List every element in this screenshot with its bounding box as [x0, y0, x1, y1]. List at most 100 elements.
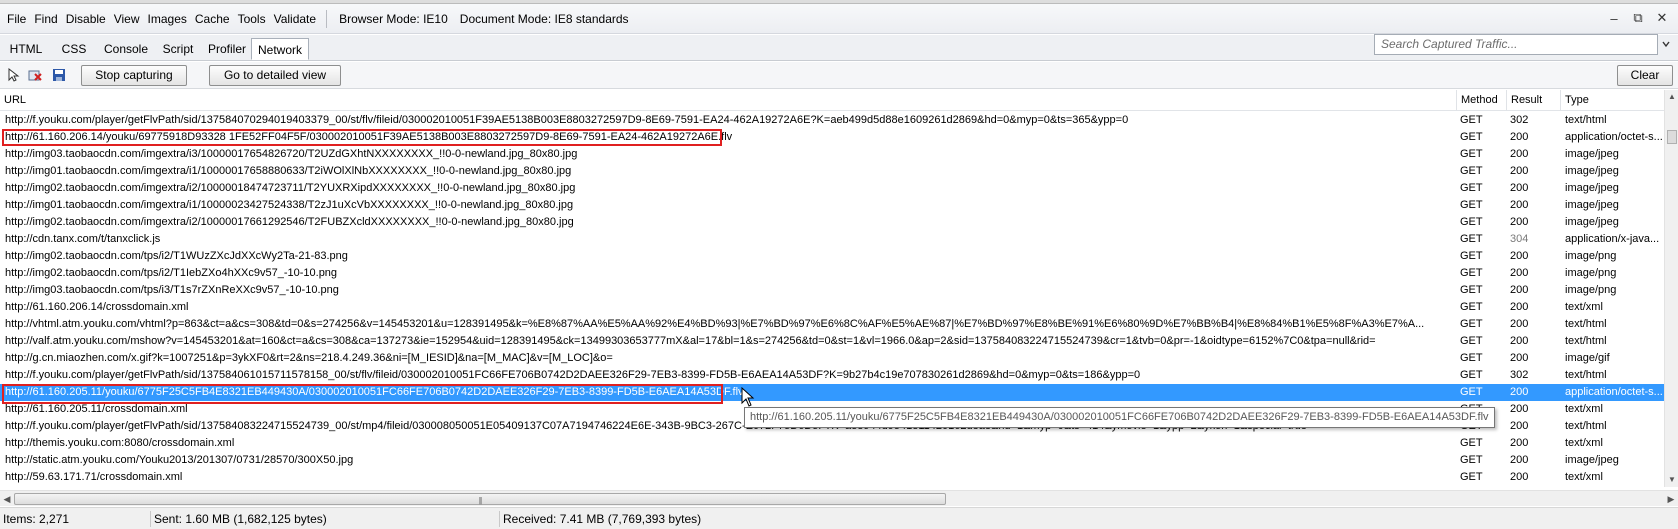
clear-button[interactable]: Clear	[1617, 65, 1673, 86]
column-header-result[interactable]: Result	[1506, 90, 1560, 111]
clear-cache-icon[interactable]	[27, 67, 43, 83]
search-input[interactable]: Search Captured Traffic...	[1374, 34, 1658, 55]
window-controls: – ⧉ ✕	[1606, 8, 1670, 28]
cell-url: http://img02.taobaocdn.com/tps/i2/T1WUzZ…	[5, 250, 348, 262]
tab-html[interactable]: HTML	[4, 38, 48, 60]
cell-method: GET	[1460, 250, 1483, 262]
tab-console[interactable]: Console	[99, 38, 153, 60]
cell-type: text/html	[1565, 114, 1607, 126]
cell-type: image/jpeg	[1565, 216, 1619, 228]
column-header-url[interactable]: URL	[0, 90, 1456, 111]
browser-mode-menu[interactable]: Browser Mode: IE10	[333, 4, 454, 34]
table-row[interactable]: http://static.atm.youku.com/Youku2013/20…	[0, 452, 1664, 469]
cell-result: 200	[1510, 318, 1529, 330]
table-row[interactable]: http://img01.taobaocdn.com/imgextra/i1/1…	[0, 197, 1664, 214]
save-icon[interactable]	[51, 67, 67, 83]
status-bar: Items: 2,271 Sent: 1.60 MB (1,682,125 by…	[0, 507, 1678, 529]
select-element-icon[interactable]	[5, 67, 21, 83]
cell-method: GET	[1460, 199, 1483, 211]
table-row[interactable]: http://img02.taobaocdn.com/tps/i2/T1IebZ…	[0, 265, 1664, 282]
cell-method: GET	[1460, 182, 1483, 194]
cell-type: text/html	[1565, 369, 1607, 381]
cell-result: 200	[1510, 284, 1529, 296]
table-row[interactable]: http://f.youku.com/player/getFlvPath/sid…	[0, 112, 1664, 129]
table-row[interactable]: http://img02.taobaocdn.com/imgextra/i2/1…	[0, 214, 1664, 231]
horizontal-scrollbar[interactable]: ◀ ||| ▶	[0, 490, 1678, 506]
cell-result: 200	[1510, 420, 1529, 432]
vertical-scroll-thumb[interactable]	[1667, 130, 1677, 144]
cell-result: 200	[1510, 267, 1529, 279]
menu-images[interactable]: Images	[144, 4, 191, 34]
menu-validate[interactable]: Validate	[270, 4, 320, 34]
cell-result: 200	[1510, 250, 1529, 262]
document-mode-menu[interactable]: Document Mode: IE8 standards	[454, 4, 635, 34]
cell-url: http://f.youku.com/player/getFlvPath/sid…	[5, 369, 1141, 381]
cell-method: GET	[1460, 386, 1483, 398]
cell-type: text/xml	[1565, 437, 1603, 449]
column-header-type[interactable]: Type	[1560, 90, 1664, 111]
menu-cache[interactable]: Cache	[191, 4, 234, 34]
table-row[interactable]: http://img01.taobaocdn.com/imgextra/i1/1…	[0, 163, 1664, 180]
minimize-icon[interactable]: –	[1606, 8, 1622, 28]
cell-type: image/jpeg	[1565, 165, 1619, 177]
cell-result: 200	[1510, 216, 1529, 228]
cell-type: image/jpeg	[1565, 454, 1619, 466]
menu-find[interactable]: Find	[30, 4, 61, 34]
tab-profiler[interactable]: Profiler	[203, 38, 251, 60]
cell-type: application/x-java...	[1565, 233, 1660, 245]
table-row[interactable]: http://img02.taobaocdn.com/tps/i2/T1WUzZ…	[0, 248, 1664, 265]
menu-file[interactable]: File	[3, 4, 30, 34]
table-row[interactable]: http://cdn.tanx.com/t/tanxclick.js GET 304…	[0, 231, 1664, 248]
table-row[interactable]: http://59.63.171.71/crossdomain.xml GET 20…	[0, 469, 1664, 486]
url-tooltip: http://61.160.205.11/youku/6775F25C5FB4E…	[744, 407, 1495, 428]
cell-method: GET	[1460, 267, 1483, 279]
restore-icon[interactable]: ⧉	[1630, 8, 1646, 28]
scroll-down-icon[interactable]: ▼	[1665, 473, 1678, 487]
stop-capturing-button[interactable]: Stop capturing	[81, 65, 187, 86]
cell-result: 200	[1510, 471, 1529, 483]
cell-result: 304	[1510, 233, 1529, 245]
cell-method: GET	[1460, 301, 1483, 313]
go-to-detailed-view-button[interactable]: Go to detailed view	[209, 65, 341, 86]
table-row[interactable]: http://g.cn.miaozhen.com/x.gif?k=1007251…	[0, 350, 1664, 367]
horizontal-scroll-thumb[interactable]: |||	[14, 493, 946, 505]
tab-script[interactable]: Script	[157, 38, 199, 60]
tab-network[interactable]: Network	[251, 38, 309, 60]
menu-tools[interactable]: Tools	[234, 4, 270, 34]
status-received: Received: 7.41 MB (7,769,393 bytes)	[503, 512, 702, 526]
table-row[interactable]: http://themis.youku.com:8080/crossdomain…	[0, 435, 1664, 452]
cell-type: text/html	[1565, 335, 1607, 347]
scroll-up-icon[interactable]: ▲	[1665, 90, 1678, 104]
cell-result: 200	[1510, 386, 1529, 398]
cell-url: http://61.160.206.14/youku/69775918D9332…	[5, 131, 733, 143]
table-row[interactable]: http://vhtml.atm.youku.com/vhtml?p=863&c…	[0, 316, 1664, 333]
close-icon[interactable]: ✕	[1654, 8, 1670, 28]
cell-url: http://img02.taobaocdn.com/tps/i2/T1IebZ…	[5, 267, 338, 279]
menu-separator	[326, 9, 328, 28]
mouse-cursor-icon	[741, 387, 755, 407]
table-row[interactable]: http://f.youku.com/player/getFlvPath/sid…	[0, 367, 1664, 384]
scroll-left-icon[interactable]: ◀	[0, 492, 14, 506]
scroll-right-icon[interactable]: ▶	[1664, 492, 1678, 506]
cell-result: 200	[1510, 165, 1529, 177]
menu-disable[interactable]: Disable	[62, 4, 110, 34]
table-row[interactable]: http://61.160.205.11/youku/6775F25C5FB4E…	[0, 384, 1664, 401]
table-row[interactable]: http://img02.taobaocdn.com/imgextra/i2/1…	[0, 180, 1664, 197]
table-row[interactable]: http://61.160.206.14/crossdomain.xml GET 2…	[0, 299, 1664, 316]
vertical-scrollbar[interactable]: ▲ ▼	[1664, 90, 1678, 487]
search-icon[interactable]	[1658, 34, 1674, 55]
column-header-method[interactable]: Method	[1456, 90, 1506, 111]
cell-type: image/jpeg	[1565, 182, 1619, 194]
cell-type: text/html	[1565, 318, 1607, 330]
menu-view[interactable]: View	[110, 4, 144, 34]
cell-result: 200	[1510, 199, 1529, 211]
cell-type: application/octet-s...	[1565, 386, 1663, 398]
tab-css[interactable]: CSS	[54, 38, 94, 60]
table-row[interactable]: http://valf.atm.youku.com/mshow?v=145453…	[0, 333, 1664, 350]
cell-result: 200	[1510, 437, 1529, 449]
table-row[interactable]: http://img03.taobaocdn.com/imgextra/i3/1…	[0, 146, 1664, 163]
table-row[interactable]: http://61.160.206.14/youku/69775918D9332…	[0, 129, 1664, 146]
cell-result: 200	[1510, 301, 1529, 313]
menu-bar: File Find Disable View Images Cache Tool…	[0, 4, 1678, 34]
table-row[interactable]: http://img03.taobaocdn.com/tps/i3/T1s7rZ…	[0, 282, 1664, 299]
